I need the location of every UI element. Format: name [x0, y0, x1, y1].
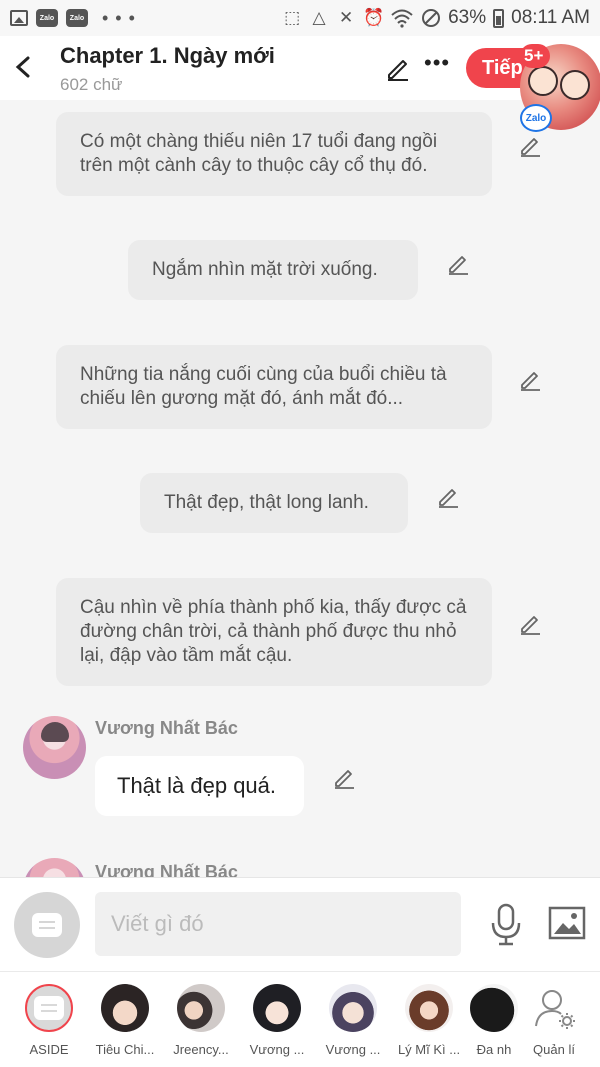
data-saver-icon: △ [312, 8, 326, 27]
system-icons: ⬚ △ ✕ ⏰ 63% 08:11 AM [282, 7, 590, 29]
message-input[interactable] [95, 892, 461, 956]
clock: 08:11 AM [511, 7, 590, 28]
chat-bubble-icon [32, 913, 62, 937]
pencil-icon [449, 256, 468, 275]
character-avatar[interactable] [23, 716, 86, 779]
character-avatar [177, 984, 225, 1032]
character-item[interactable]: Vương ... [241, 984, 313, 1057]
character-label: Vương ... [325, 1042, 381, 1057]
chat-head-avatar [528, 66, 558, 96]
character-item[interactable]: Jreency... [165, 984, 237, 1057]
character-item[interactable]: Tiêu Chi... [89, 984, 161, 1057]
microphone-icon [491, 903, 521, 946]
character-label: ASIDE [29, 1042, 69, 1057]
aside-toggle-button[interactable] [14, 892, 80, 958]
character-label: Đa nh [476, 1042, 512, 1057]
wifi-icon [391, 9, 413, 28]
edit-message-button[interactable] [436, 485, 460, 509]
more-notifications-icon: • • • [102, 7, 136, 28]
notification-icons: Zalo Zalo • • • [10, 8, 136, 29]
narration-bubble[interactable]: Những tia nắng cuối cùng của buổi chiều … [56, 345, 492, 429]
pencil-icon [521, 138, 540, 157]
unread-badge: 5+ [520, 44, 550, 68]
battery-percent: 63% [448, 7, 487, 28]
alarm-icon: ⏰ [363, 8, 385, 27]
character-label: Vương ... [249, 1042, 305, 1057]
title-block: Chapter 1. Ngày mới 602 chữ [60, 43, 275, 95]
more-options-button[interactable]: ••• [424, 50, 450, 76]
character-label: Jreency... [173, 1042, 229, 1057]
battery-icon [493, 8, 505, 28]
app-header: Chapter 1. Ngày mới 602 chữ ••• Tiếp [0, 36, 600, 100]
gallery-icon [10, 10, 28, 26]
dialogue-bubble[interactable]: Thật là đẹp quá. [95, 756, 304, 816]
character-avatar [253, 984, 301, 1032]
narration-bubble[interactable]: Có một chàng thiếu niên 17 tuổi đang ngồ… [56, 112, 492, 196]
page-title: Chapter 1. Ngày mới [60, 43, 275, 68]
pencil-icon [521, 616, 540, 635]
edit-title-button[interactable] [384, 54, 412, 82]
edit-message-button[interactable] [518, 134, 542, 158]
character-item[interactable]: Đa nh [469, 984, 519, 1057]
image-icon [548, 906, 586, 940]
pencil-icon [439, 489, 458, 508]
edit-message-button[interactable] [332, 766, 356, 790]
chat-bubble-icon [34, 996, 64, 1020]
pencil-icon [335, 770, 354, 789]
user-settings-icon [530, 984, 578, 1032]
zalo-icon: Zalo [36, 9, 58, 27]
character-aside[interactable]: ASIDE [13, 984, 85, 1057]
character-avatar [329, 984, 377, 1032]
status-bar: Zalo Zalo • • • ⬚ △ ✕ ⏰ 63% 08:11 AM [0, 0, 600, 36]
character-label: Tiêu Chi... [95, 1042, 155, 1057]
zalo-icon: Zalo [66, 9, 88, 27]
manage-characters-button[interactable]: Quản lí [518, 984, 590, 1057]
character-avatar [101, 984, 149, 1032]
chat-head-avatar [560, 70, 590, 100]
blocked-icon [422, 9, 441, 27]
character-label: Quản lí [533, 1042, 575, 1057]
edit-message-button[interactable] [518, 612, 542, 636]
zalo-logo-icon: Zalo [520, 104, 552, 132]
image-button[interactable] [548, 906, 586, 940]
word-count: 602 chữ [60, 75, 123, 94]
character-label: Lý Mĩ Kì ... [397, 1042, 461, 1057]
character-item[interactable]: Lý Mĩ Kì ... [393, 984, 465, 1057]
sender-name: Vương Nhất Bác [95, 718, 238, 738]
narration-bubble[interactable]: Ngắm nhìn mặt trời xuống. [128, 240, 418, 300]
character-bar: ASIDE Tiêu Chi... Jreency... Vương ... V… [0, 971, 600, 1067]
character-avatar [405, 984, 453, 1032]
narration-bubble[interactable]: Cậu nhìn về phía thành phố kia, thấy đượ… [56, 578, 492, 686]
edit-message-button[interactable] [446, 252, 470, 276]
mute-icon: ✕ [338, 8, 354, 27]
microphone-button[interactable] [488, 902, 524, 948]
aside-avatar [25, 984, 73, 1032]
chevron-left-icon [15, 56, 30, 78]
narration-bubble[interactable]: Thật đẹp, thật long lanh. [140, 473, 408, 533]
character-item[interactable]: Vương ... [317, 984, 389, 1057]
edit-message-button[interactable] [518, 368, 542, 392]
back-button[interactable] [12, 52, 36, 82]
pencil-icon [521, 372, 540, 391]
pencil-icon [388, 60, 408, 81]
bag-icon: ⬚ [284, 8, 301, 27]
character-avatar [470, 984, 518, 1032]
composer-bar [0, 877, 600, 971]
